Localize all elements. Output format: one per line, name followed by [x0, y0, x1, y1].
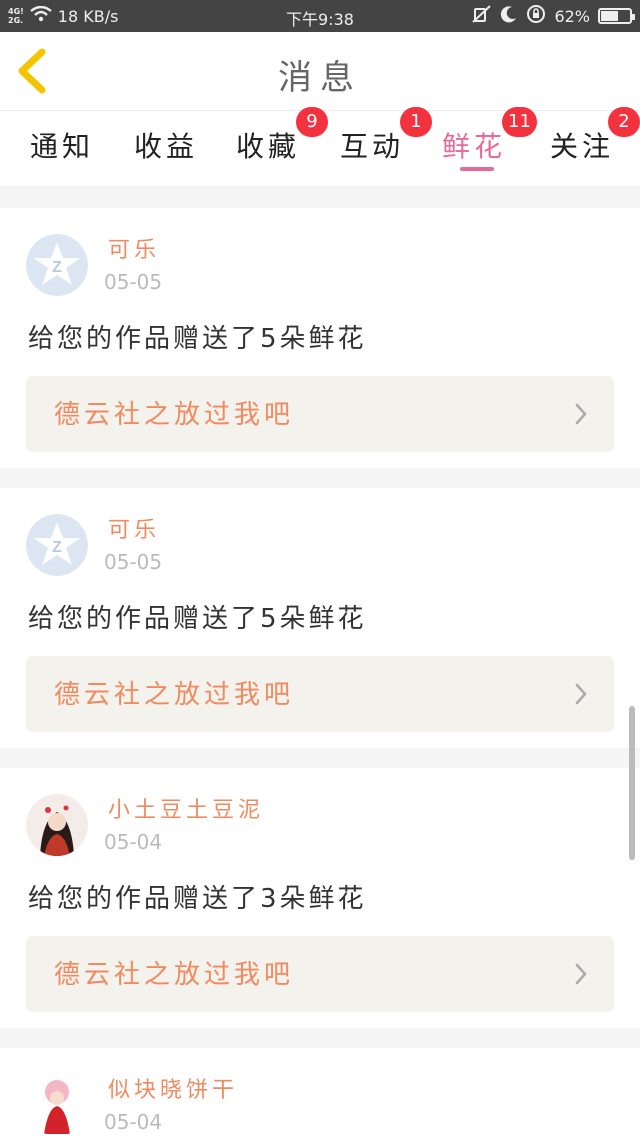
status-right: 62% — [472, 0, 635, 32]
battery-percent: 62% — [554, 6, 590, 26]
moon-icon — [500, 5, 518, 27]
message-date: 05-05 — [104, 550, 163, 574]
message-card[interactable]: Z 可乐 05-05 给您的作品赠送了5朵鲜花 德云社之放过我吧 — [0, 208, 640, 468]
work-link[interactable]: 德云社之放过我吧 — [26, 376, 614, 452]
tab-badge: 11 — [502, 107, 537, 137]
tab-badge: 9 — [296, 107, 328, 137]
tab-label: 互动 — [340, 130, 405, 163]
avatar[interactable]: Z — [26, 234, 88, 296]
girl-avatar-icon — [26, 794, 88, 856]
tab-notifications[interactable]: 通知 — [30, 117, 94, 177]
default-avatar-icon: Z — [26, 514, 88, 576]
chevron-right-icon — [575, 403, 587, 425]
work-link[interactable]: 德云社之放过我吧 — [26, 936, 614, 1012]
avatar[interactable] — [26, 794, 88, 856]
default-avatar-icon: Z — [26, 234, 88, 296]
work-title: 德云社之放过我吧 — [54, 400, 295, 430]
tab-label: 通知 — [30, 130, 95, 163]
user-name[interactable]: 小土豆土豆泥 — [108, 792, 264, 824]
tab-bar: 通知 收益 收藏 9 互动 1 鲜花 11 关注 2 — [0, 107, 640, 186]
page-title: 消息 — [278, 58, 362, 98]
scrollbar[interactable] — [629, 706, 635, 860]
tab-label: 鲜花 — [442, 130, 507, 163]
svg-text:Z: Z — [52, 259, 62, 276]
work-title: 德云社之放过我吧 — [54, 680, 295, 710]
user-name[interactable]: 可乐 — [108, 512, 160, 544]
work-link[interactable]: 德云社之放过我吧 — [26, 656, 614, 732]
tab-label: 收藏 — [236, 130, 301, 163]
chevron-right-icon — [575, 963, 587, 985]
message-text: 给您的作品赠送了5朵鲜花 — [28, 324, 367, 354]
message-card[interactable]: Z 可乐 05-05 给您的作品赠送了5朵鲜花 德云社之放过我吧 — [0, 488, 640, 748]
chevron-right-icon — [575, 683, 587, 705]
battery-fill — [601, 11, 619, 21]
tab-follows[interactable]: 关注 2 — [550, 107, 640, 177]
message-text: 给您的作品赠送了3朵鲜花 — [28, 884, 367, 914]
avatar[interactable] — [26, 1074, 88, 1136]
header: 消息 — [0, 32, 640, 110]
girl-avatar-icon — [26, 1074, 88, 1136]
message-text: 给您的作品赠送了5朵鲜花 — [28, 604, 367, 634]
active-tab-indicator — [460, 167, 494, 171]
tab-badge: 1 — [400, 107, 432, 137]
status-bar: 4G! 2G. 18 KB/s 下午9:38 62% — [0, 0, 640, 32]
tab-flowers[interactable]: 鲜花 11 — [442, 107, 537, 177]
message-date: 05-04 — [104, 1110, 163, 1134]
message-date: 05-04 — [104, 830, 163, 854]
tab-interactions[interactable]: 互动 1 — [340, 107, 432, 177]
rotation-lock-icon — [526, 4, 546, 28]
tab-label: 收益 — [134, 130, 199, 163]
message-card[interactable]: 小土豆土豆泥 05-04 给您的作品赠送了3朵鲜花 德云社之放过我吧 — [0, 768, 640, 1028]
message-card[interactable]: 似块晓饼干 05-04 — [0, 1048, 640, 1138]
avatar[interactable]: Z — [26, 514, 88, 576]
tab-label: 关注 — [550, 130, 615, 163]
message-date: 05-05 — [104, 270, 163, 294]
user-name[interactable]: 似块晓饼干 — [108, 1072, 238, 1104]
battery-icon — [598, 8, 635, 24]
tab-earnings[interactable]: 收益 — [134, 117, 198, 177]
tab-badge: 2 — [608, 107, 640, 137]
work-title: 德云社之放过我吧 — [54, 960, 295, 990]
tab-favorites[interactable]: 收藏 9 — [236, 107, 328, 177]
svg-text:Z: Z — [52, 539, 62, 556]
user-name[interactable]: 可乐 — [108, 232, 160, 264]
mute-icon — [472, 5, 492, 27]
